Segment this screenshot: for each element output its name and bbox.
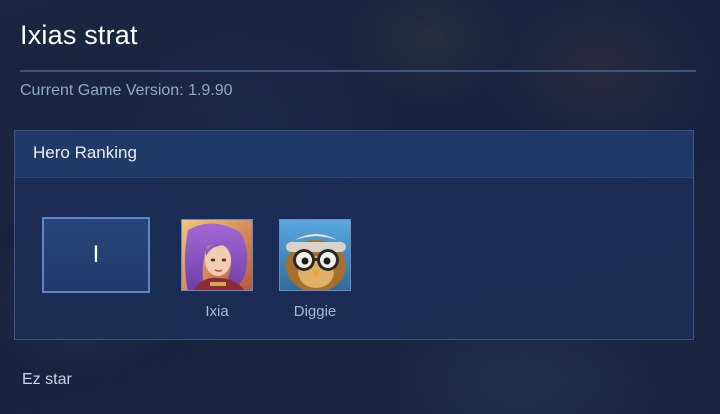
diggie-portrait-icon[interactable] [279, 219, 351, 291]
hero-ranking-panel: Hero Ranking I Ixia Diggie [14, 130, 694, 340]
hero-name-diggie: Diggie [293, 303, 337, 320]
title-divider [20, 70, 696, 72]
page-title: Ixias strat [20, 20, 138, 50]
hero-name-ixia: Ixia [205, 303, 229, 320]
hero-ranking-header: Hero Ranking [15, 131, 693, 178]
strategy-note-text: Ez star [22, 371, 72, 388]
tier-label: I [92, 241, 100, 268]
game-version-text: Current Game Version: 1.9.90 [20, 82, 233, 99]
hero-ranking-title: Hero Ranking [33, 143, 137, 162]
ixia-portrait-icon[interactable] [181, 219, 253, 291]
hero-card-diggie[interactable]: Diggie [277, 219, 353, 320]
hero-card-ixia[interactable]: Ixia [179, 219, 255, 320]
tier-label-box: I [42, 217, 150, 293]
